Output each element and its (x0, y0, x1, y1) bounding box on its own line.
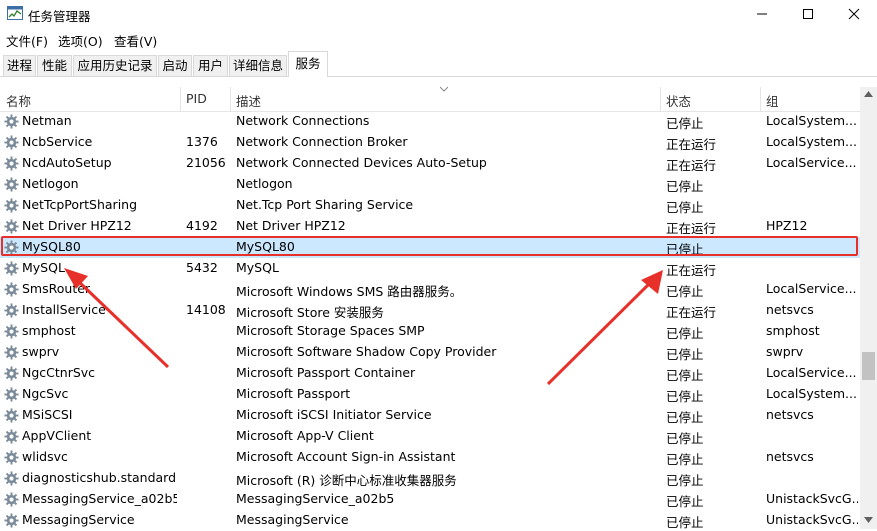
annotation-arrow-right (546, 270, 663, 386)
annotation-arrows (64, 268, 663, 386)
annotation-arrow-left (64, 268, 170, 369)
